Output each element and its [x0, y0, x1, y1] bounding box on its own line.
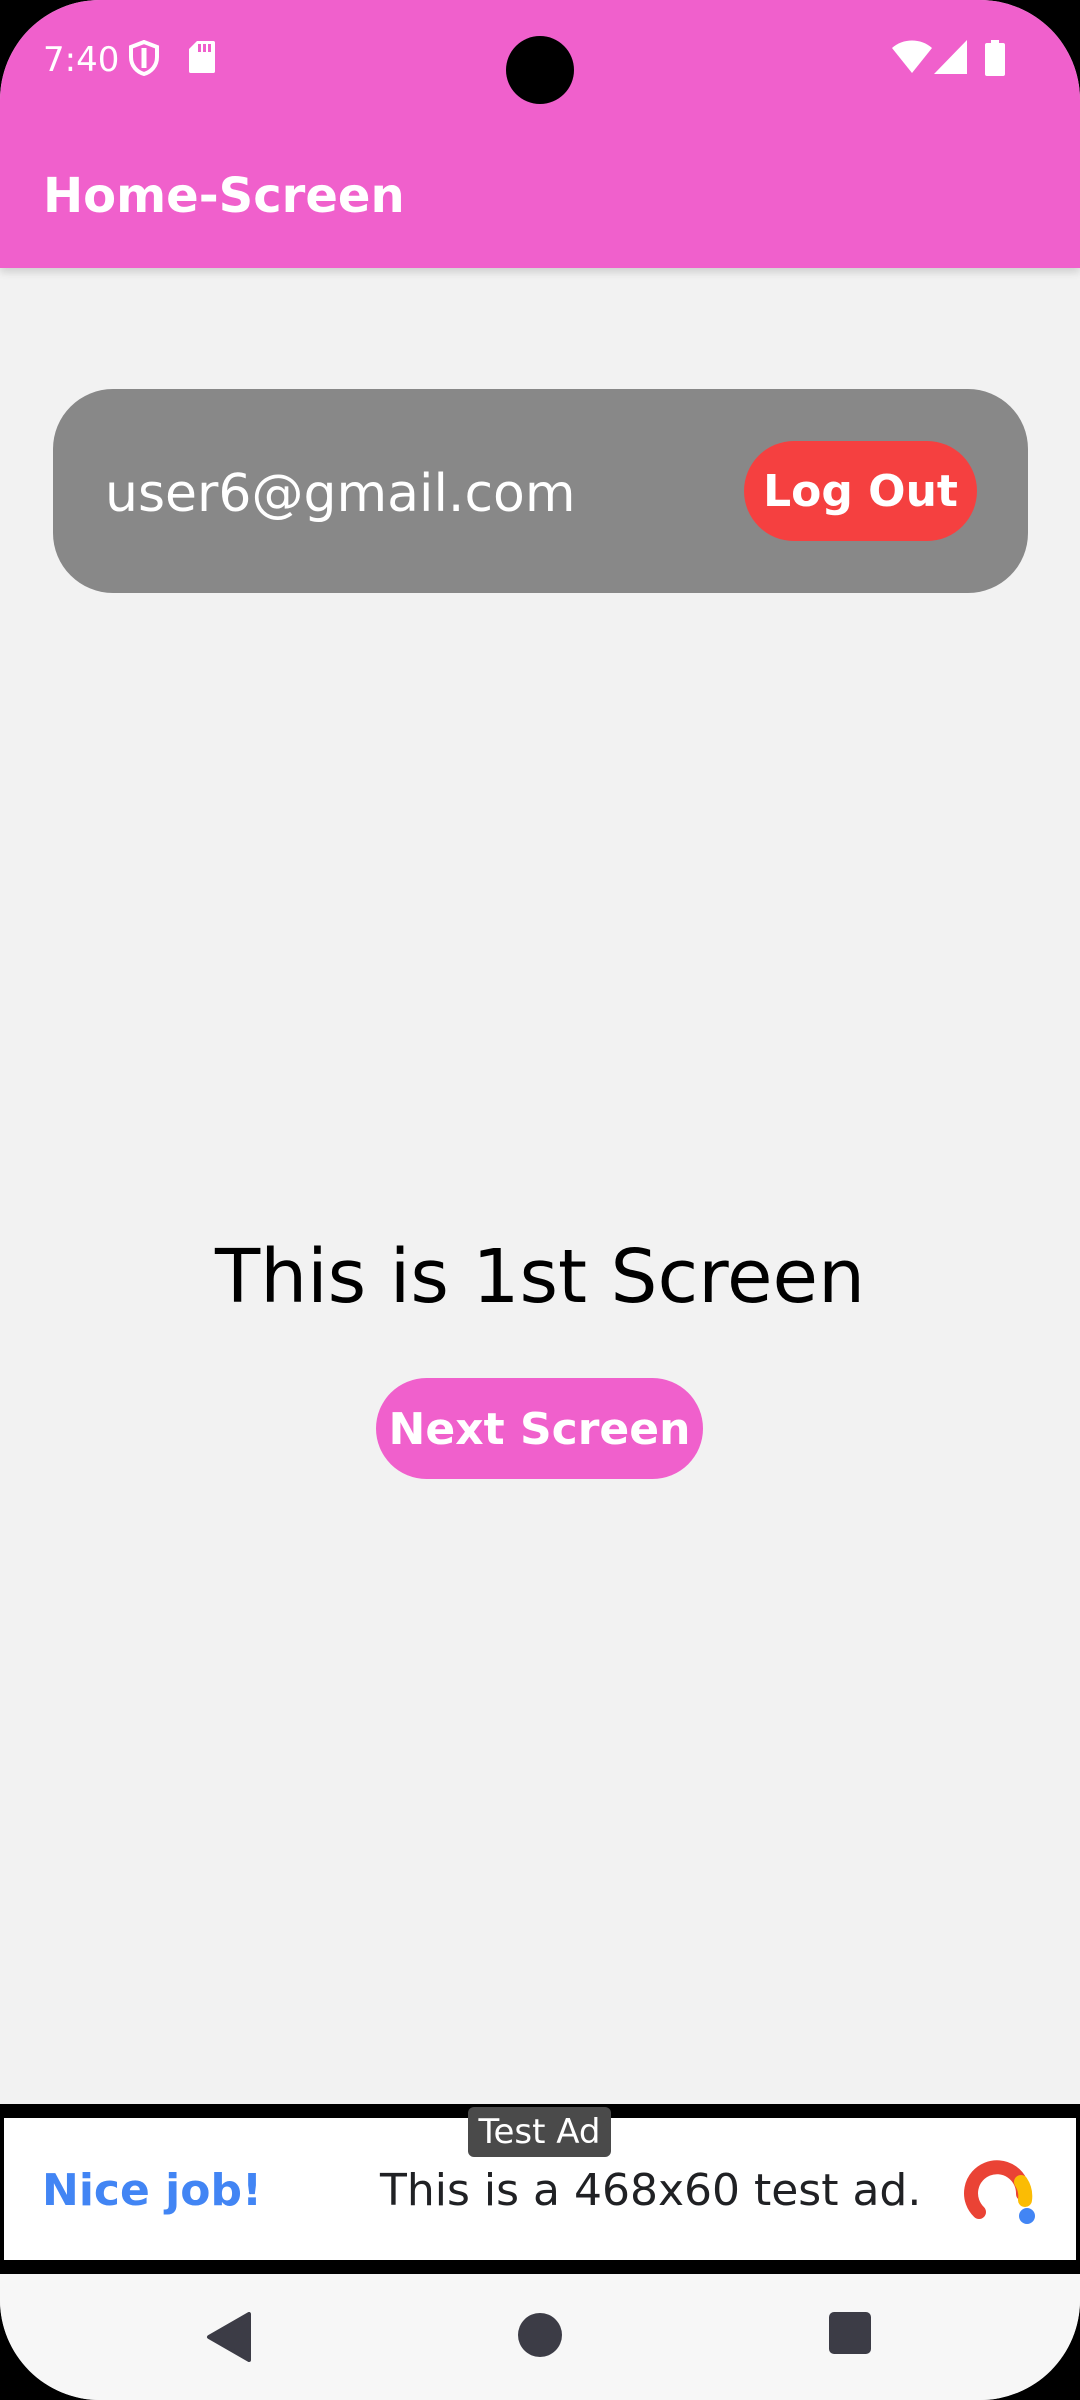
- admob-logo-icon[interactable]: [963, 2152, 1039, 2228]
- app-title: Home-Screen: [43, 168, 405, 224]
- user-card: user6@gmail.com Log Out: [53, 389, 1028, 593]
- ad-tag: Test Ad: [468, 2107, 611, 2157]
- sd-card-icon: [189, 41, 215, 73]
- home-icon[interactable]: [517, 2312, 563, 2358]
- user-email: user6@gmail.com: [105, 464, 576, 524]
- signal-icon: [934, 40, 967, 74]
- logout-button[interactable]: Log Out: [744, 441, 977, 541]
- phone-screen: 7:40 Home-Screen user6@gmail.com Log Out…: [0, 0, 1080, 2400]
- battery-icon: [985, 40, 1005, 76]
- recents-icon[interactable]: [829, 2312, 871, 2354]
- app-bar: 7:40 Home-Screen: [0, 0, 1080, 268]
- front-camera: [506, 36, 574, 104]
- screen-label: This is 1st Screen: [215, 1234, 865, 1320]
- back-icon[interactable]: [205, 2312, 251, 2362]
- status-time: 7:40: [43, 40, 120, 80]
- next-screen-button[interactable]: Next Screen: [376, 1378, 703, 1479]
- wifi-icon: [892, 40, 932, 73]
- shield-icon: [129, 40, 159, 76]
- ad-headline[interactable]: Nice job!: [42, 2163, 262, 2219]
- ad-text[interactable]: This is a 468x60 test ad.: [380, 2163, 921, 2219]
